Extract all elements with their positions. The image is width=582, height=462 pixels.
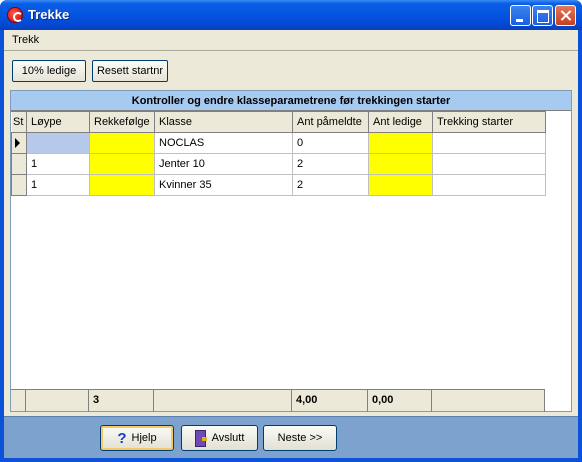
cell-loype[interactable] [26, 132, 90, 154]
help-question-icon: ? [117, 429, 127, 447]
help-button[interactable]: ? Hjelp [100, 425, 174, 451]
cell-rekkefolge[interactable] [89, 174, 155, 196]
cell-rekkefolge[interactable] [89, 153, 155, 175]
grid-footer-row: 3 4,00 0,00 [11, 389, 545, 412]
footer-cell-ant-ledige: 0,00 [368, 390, 432, 412]
help-button-label: Hjelp [131, 432, 157, 444]
toolbar: 10% ledige Resett startnr [4, 52, 578, 88]
row-indicator[interactable] [11, 132, 27, 154]
table-header-row: St Løype Rekkefølge Klasse Ant påmeldte … [11, 111, 546, 133]
menu-bar: Trekk [4, 30, 578, 50]
grid-caption: Kontroller og endre klasseparametrene fø… [11, 91, 571, 111]
col-header-klasse[interactable]: Klasse [154, 111, 293, 133]
next-button[interactable]: Neste >> [263, 425, 337, 451]
col-header-st[interactable]: St [11, 111, 27, 133]
col-header-rekkefolge[interactable]: Rekkefølge [89, 111, 155, 133]
minimize-button[interactable] [510, 5, 531, 26]
col-header-ant-pameldte[interactable]: Ant påmeldte [292, 111, 369, 133]
cell-ant-pameldte[interactable]: 0 [292, 132, 369, 154]
exit-button-label: Avslutt [211, 432, 245, 444]
menu-trekk[interactable]: Trekk [12, 34, 39, 46]
bottom-button-bar: ? Hjelp Avslutt Neste >> [4, 416, 578, 458]
cell-trekking-starter[interactable] [432, 174, 546, 196]
col-header-trekking-starter[interactable]: Trekking starter [432, 111, 546, 133]
client-area: Trekk 10% ledige Resett startnr Kontroll… [4, 30, 578, 458]
row-indicator[interactable] [11, 153, 27, 175]
cell-trekking-starter[interactable] [432, 132, 546, 154]
row-indicator[interactable] [11, 174, 27, 196]
exit-button[interactable]: Avslutt [181, 425, 258, 451]
footer-cell-st [11, 390, 26, 412]
footer-cell-rekkefolge: 3 [89, 390, 154, 412]
current-row-arrow-icon [15, 138, 20, 148]
exit-door-icon [194, 430, 207, 447]
footer-cell-ant-pameldte: 4,00 [292, 390, 368, 412]
footer-cell-klasse [154, 390, 292, 412]
footer-cell-trekking-starter [432, 390, 545, 412]
table-row[interactable]: NOCLAS 0 [11, 132, 546, 154]
class-grid: Kontroller og endre klasseparametrene fø… [10, 90, 572, 412]
cell-loype[interactable]: 1 [26, 153, 90, 175]
table-row[interactable]: 1 Kvinner 35 2 [11, 174, 546, 196]
ten-percent-free-button[interactable]: 10% ledige [12, 60, 86, 82]
close-button[interactable] [555, 5, 576, 26]
maximize-button[interactable] [532, 5, 553, 26]
title-bar[interactable]: Trekke [0, 0, 582, 30]
table-row[interactable]: 1 Jenter 10 2 [11, 153, 546, 175]
cell-klasse[interactable]: Jenter 10 [154, 153, 293, 175]
app-window: Trekke Trekk 10% ledige Resett startnr K… [0, 0, 582, 462]
footer-cell-loype [26, 390, 89, 412]
cell-ant-pameldte[interactable]: 2 [292, 153, 369, 175]
cell-loype[interactable]: 1 [26, 174, 90, 196]
cell-klasse[interactable]: Kvinner 35 [154, 174, 293, 196]
col-header-loype[interactable]: Løype [26, 111, 90, 133]
cell-ant-pameldte[interactable]: 2 [292, 174, 369, 196]
cell-trekking-starter[interactable] [432, 153, 546, 175]
app-icon [7, 7, 23, 23]
window-title: Trekke [28, 7, 70, 22]
cell-klasse[interactable]: NOCLAS [154, 132, 293, 154]
cell-rekkefolge[interactable] [89, 132, 155, 154]
cell-ant-ledige[interactable] [368, 132, 433, 154]
cell-ant-ledige[interactable] [368, 174, 433, 196]
reset-startnr-button[interactable]: Resett startnr [92, 60, 168, 82]
col-header-ant-ledige[interactable]: Ant ledige [368, 111, 433, 133]
class-table: St Løype Rekkefølge Klasse Ant påmeldte … [11, 111, 546, 196]
menu-separator [4, 50, 578, 51]
cell-ant-ledige[interactable] [368, 153, 433, 175]
